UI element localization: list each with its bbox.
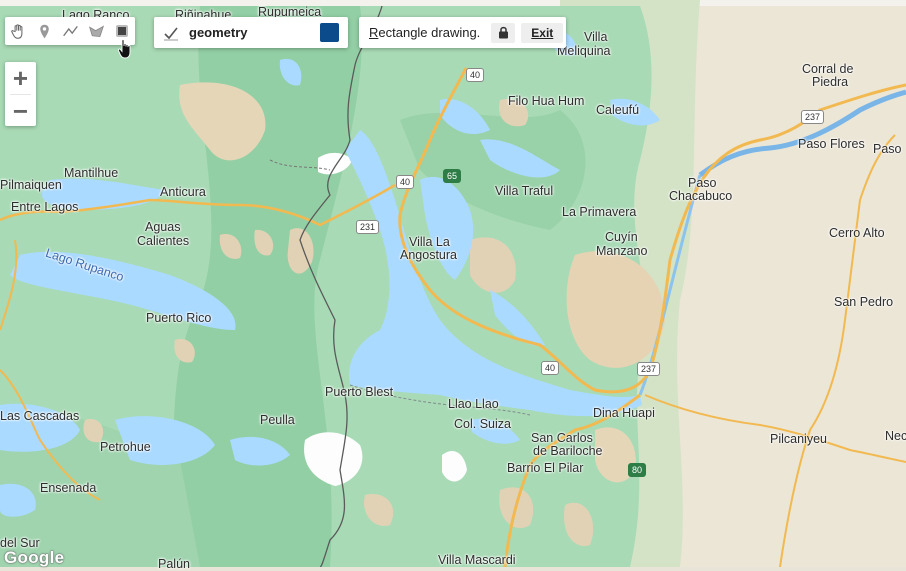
- map-label: Barrio El Pilar: [507, 461, 584, 475]
- pan-hand-tool[interactable]: [5, 17, 31, 45]
- map-label: Nec: [885, 429, 906, 443]
- lock-icon: [498, 26, 508, 39]
- map-label: Piedra: [812, 75, 849, 89]
- map-label: Villa: [584, 30, 608, 44]
- map-label: Col. Suiza: [454, 417, 511, 431]
- map-label: Mantilhue: [64, 166, 119, 180]
- route-shield: 231: [356, 220, 380, 234]
- map-label: Pilmaiquen: [0, 178, 62, 192]
- checkmark-icon: [164, 27, 178, 40]
- map-label: Cerro Alto: [829, 226, 885, 240]
- map-label: San Pedro: [834, 295, 894, 309]
- map-label: Aguas: [145, 220, 181, 234]
- geometry-layer-panel: geometry: [154, 17, 348, 48]
- map-label: Ensenada: [40, 481, 97, 495]
- rectangle-icon: [116, 25, 128, 37]
- layer-visibility-checkbox[interactable]: [162, 24, 180, 42]
- route-shield: 80: [628, 463, 647, 477]
- map-label: Chacabuco: [669, 189, 733, 203]
- lock-button[interactable]: [491, 22, 516, 43]
- map-label: Pilcaniyeu: [770, 432, 827, 446]
- polyline-icon: [62, 25, 78, 36]
- google-logo: Google: [4, 548, 65, 567]
- route-shield: 237: [637, 362, 661, 376]
- zoom-out-button[interactable]: −: [5, 95, 36, 127]
- map-label: Corral de: [802, 62, 854, 76]
- map-label: Dina Huapi: [593, 406, 655, 420]
- map-label: Villa Traful: [495, 184, 554, 198]
- pan-hand-icon: [10, 23, 22, 39]
- map-label: Angostura: [400, 248, 457, 262]
- map-label: Villa La: [409, 235, 450, 249]
- map-label: Calientes: [137, 234, 190, 248]
- layer-color-swatch[interactable]: [320, 23, 339, 42]
- map-canvas[interactable]: [0, 0, 906, 567]
- map-label: de Bariloche: [533, 444, 603, 458]
- route-shield: 237: [801, 110, 825, 124]
- map-label: Manzano: [596, 244, 648, 258]
- map-label: La Primavera: [562, 205, 637, 219]
- map-label: Peulla: [260, 413, 295, 427]
- zoom-control: + −: [5, 62, 36, 126]
- map-label: Anticura: [160, 185, 206, 199]
- route-shield: 40: [541, 361, 560, 375]
- drawing-status-panel: Rectangle drawing. Exit: [359, 17, 566, 48]
- map-label: Filo Hua Hum: [508, 94, 585, 108]
- exit-drawing-button[interactable]: Exit: [521, 22, 564, 43]
- route-shield: 40: [466, 68, 485, 82]
- map-label: Palún: [158, 557, 190, 571]
- map-label: Paso: [873, 142, 902, 156]
- map-label: Cuyín: [605, 230, 638, 244]
- route-shield: 65: [443, 169, 462, 183]
- point-marker-tool[interactable]: [31, 17, 57, 45]
- map-label: Caleufú: [596, 103, 640, 117]
- map-label: Llao Llao: [448, 397, 499, 411]
- map-label: Las Cascadas: [0, 409, 80, 423]
- route-shield: 40: [396, 175, 415, 189]
- polygon-tool[interactable]: [83, 17, 109, 45]
- map-label: Puerto Rico: [146, 311, 212, 325]
- polyline-tool[interactable]: [57, 17, 83, 45]
- point-marker-icon: [39, 24, 49, 38]
- map-label: Petrohue: [100, 440, 151, 454]
- polygon-icon: [88, 24, 104, 37]
- zoom-in-button[interactable]: +: [5, 62, 36, 94]
- hand-pointer-cursor-icon: [117, 39, 131, 59]
- map-label: Paso Flores: [798, 137, 865, 151]
- drawing-status-text: Rectangle drawing.: [369, 25, 481, 40]
- drawing-toolbar: [5, 17, 135, 45]
- map-label: Entre Lagos: [11, 200, 79, 214]
- map-label: San Carlos: [531, 431, 593, 445]
- map-label: Villa Mascardi: [438, 553, 516, 567]
- map-label: Puerto Blest: [325, 385, 394, 399]
- layer-name[interactable]: geometry: [189, 25, 320, 40]
- map-label: Paso: [688, 176, 717, 190]
